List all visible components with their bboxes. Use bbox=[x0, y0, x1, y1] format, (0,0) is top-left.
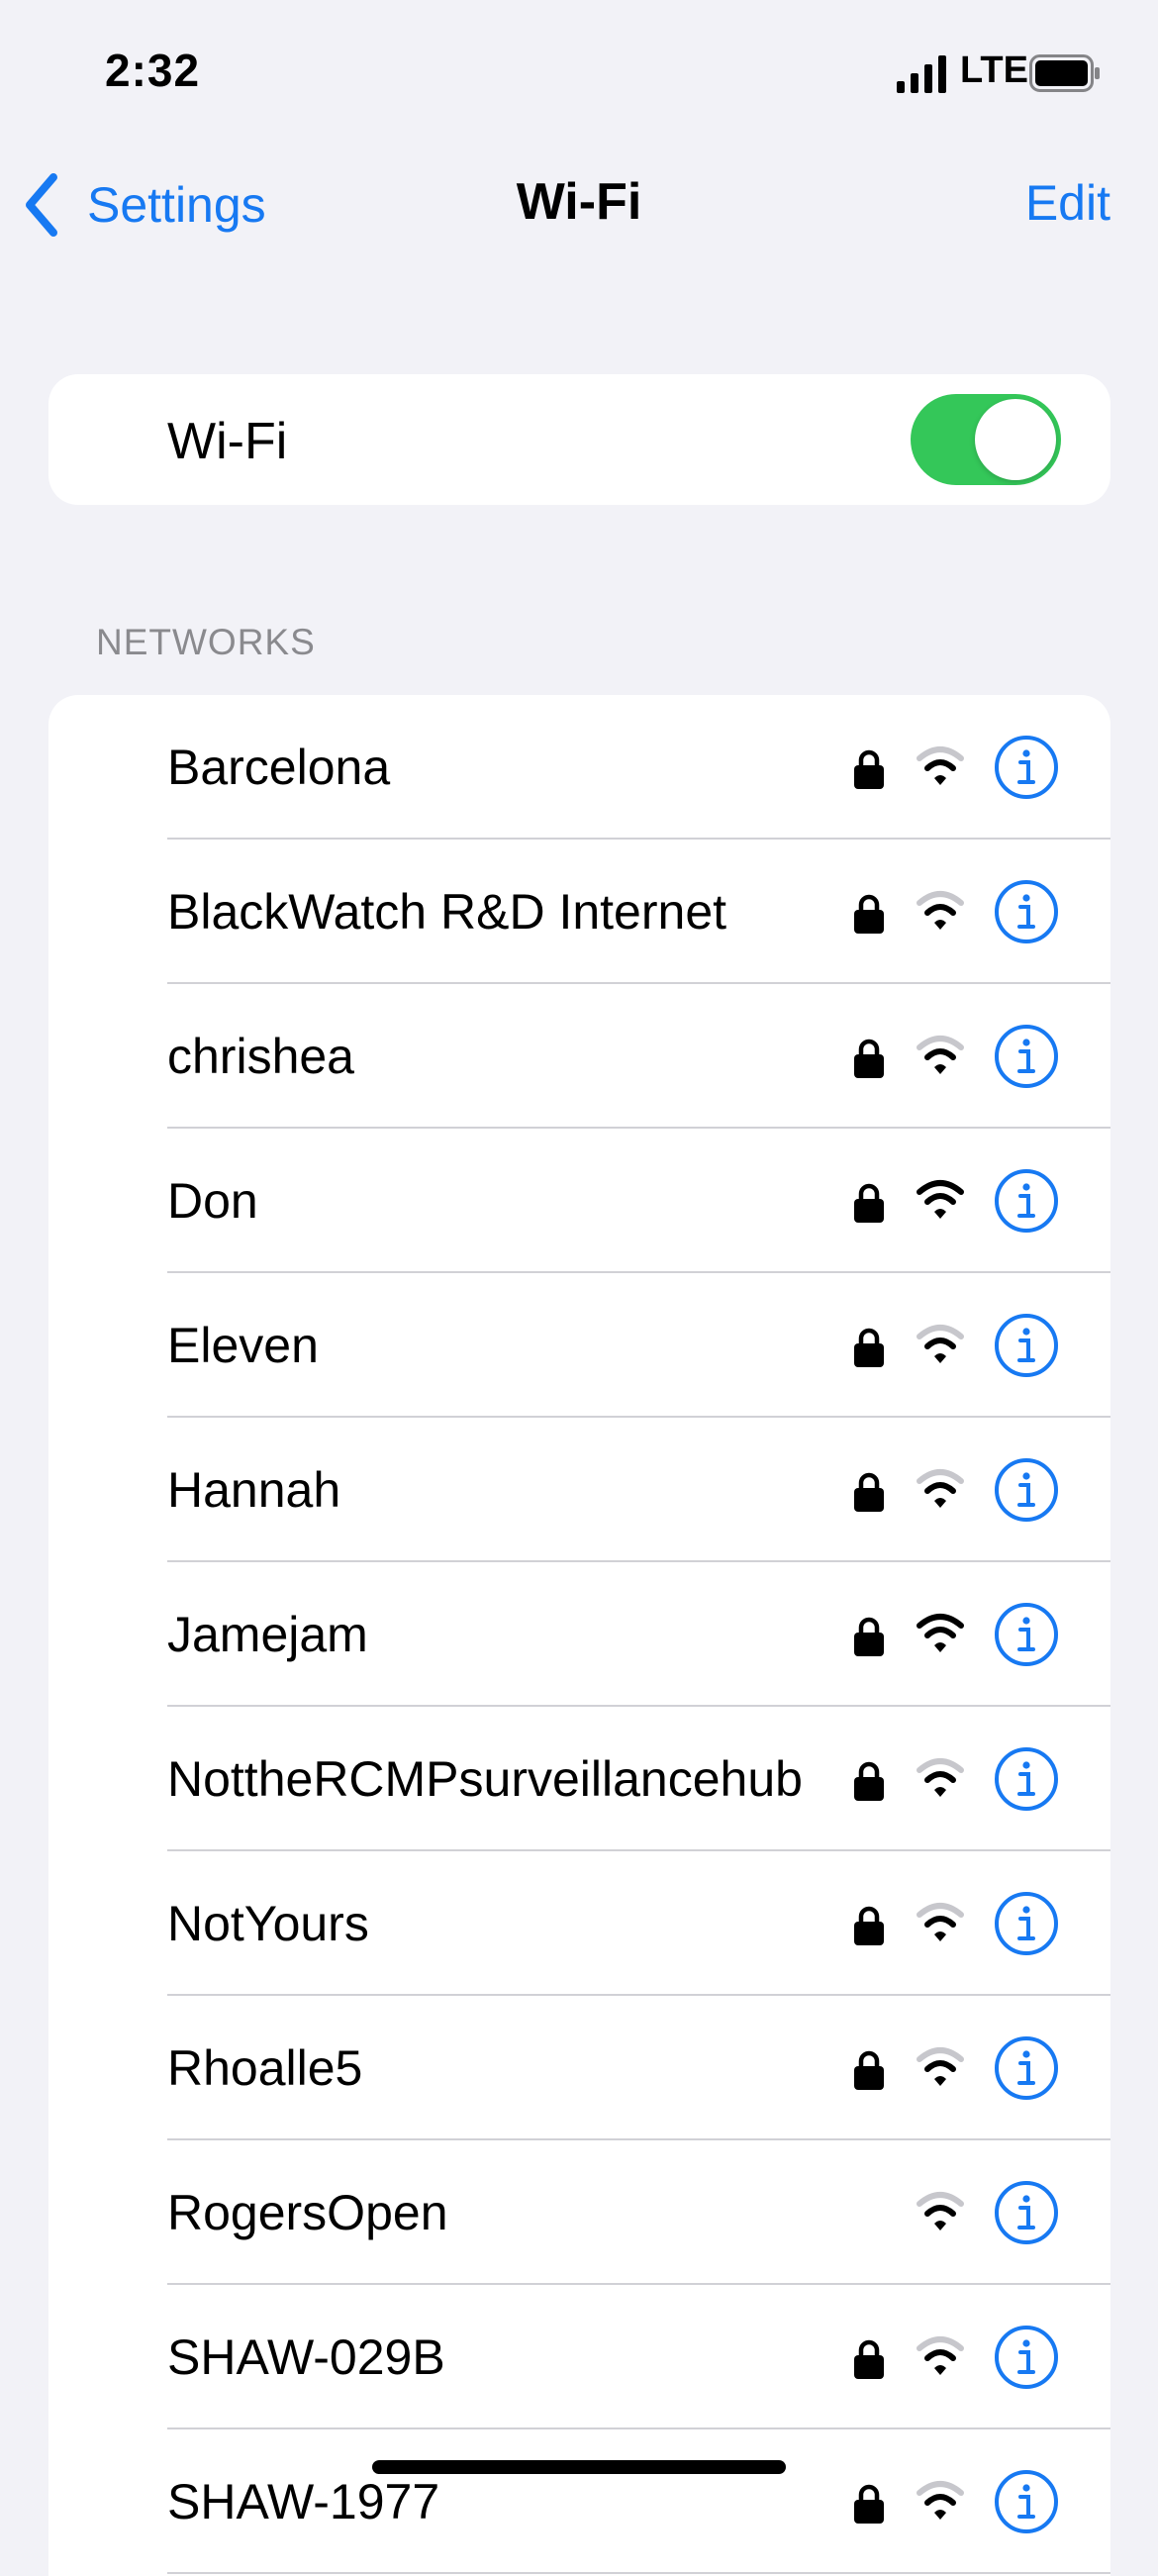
network-row[interactable]: chrishea bbox=[48, 984, 1110, 1129]
network-name: Jamejam bbox=[167, 1607, 368, 1662]
info-icon[interactable] bbox=[994, 2469, 1059, 2534]
network-row[interactable]: RogersOpen bbox=[48, 2140, 1110, 2285]
info-icon[interactable] bbox=[994, 879, 1059, 944]
networks-section-header: NETWORKS bbox=[96, 622, 316, 662]
wifi-toggle-label: Wi-Fi bbox=[167, 413, 288, 470]
info-icon[interactable] bbox=[994, 1746, 1059, 1812]
row-separator bbox=[167, 2572, 1110, 2574]
network-name: SHAW-029B bbox=[167, 2329, 445, 2385]
network-name: NotYours bbox=[167, 1896, 369, 1951]
wifi-signal-icon bbox=[917, 2047, 964, 2086]
wifi-signal-icon bbox=[917, 2192, 964, 2230]
info-icon[interactable] bbox=[994, 2325, 1059, 2390]
network-name: Rhoalle5 bbox=[167, 2040, 363, 2096]
lock-icon bbox=[854, 1906, 884, 1945]
status-time: 2:32 bbox=[105, 45, 201, 96]
wifi-signal-icon bbox=[917, 1903, 964, 1941]
lock-icon bbox=[854, 2050, 884, 2090]
lock-icon bbox=[854, 894, 884, 934]
network-name: SHAW-1977 bbox=[167, 2474, 440, 2529]
network-row[interactable]: Jamejam bbox=[48, 1562, 1110, 1707]
info-icon[interactable] bbox=[994, 1602, 1059, 1667]
lock-icon bbox=[854, 2484, 884, 2524]
info-icon[interactable] bbox=[994, 735, 1059, 800]
network-row[interactable]: NotYours bbox=[48, 1851, 1110, 1996]
wifi-signal-icon bbox=[917, 1325, 964, 1363]
network-row[interactable]: SHAW-029B bbox=[48, 2285, 1110, 2429]
network-row[interactable]: NottheRCMPsurveillancehub bbox=[48, 1707, 1110, 1851]
info-icon[interactable] bbox=[994, 1024, 1059, 1089]
lock-icon bbox=[854, 1472, 884, 1512]
wifi-signal-icon bbox=[917, 1614, 964, 1652]
network-row[interactable]: BlackWatch R&D Internet bbox=[48, 840, 1110, 984]
lock-icon bbox=[854, 1328, 884, 1367]
wifi-signal-icon bbox=[917, 746, 964, 785]
network-name: chrishea bbox=[167, 1029, 354, 1084]
network-name: Eleven bbox=[167, 1318, 319, 1373]
info-icon[interactable] bbox=[994, 1891, 1059, 1956]
info-icon[interactable] bbox=[994, 2035, 1059, 2101]
info-icon[interactable] bbox=[994, 1168, 1059, 1234]
network-row[interactable]: SHAW-1977 bbox=[48, 2429, 1110, 2574]
info-icon[interactable] bbox=[994, 1457, 1059, 1523]
lock-icon bbox=[854, 749, 884, 789]
wifi-signal-icon bbox=[917, 891, 964, 930]
home-indicator[interactable] bbox=[372, 2460, 786, 2474]
network-name: BlackWatch R&D Internet bbox=[167, 884, 727, 940]
wifi-signal-icon bbox=[917, 2481, 964, 2520]
network-row[interactable]: Don bbox=[48, 1129, 1110, 1273]
network-name: Don bbox=[167, 1173, 258, 1229]
wifi-toggle-switch[interactable] bbox=[911, 394, 1061, 485]
battery-icon bbox=[1029, 54, 1100, 92]
network-row[interactable]: Eleven bbox=[48, 1273, 1110, 1418]
network-name: Hannah bbox=[167, 1462, 341, 1518]
lock-icon bbox=[854, 2339, 884, 2379]
wifi-toggle-row: Wi-Fi bbox=[48, 374, 1110, 505]
network-name: RogersOpen bbox=[167, 2185, 448, 2240]
carrier-label: LTE bbox=[960, 50, 1028, 91]
info-icon[interactable] bbox=[994, 2180, 1059, 2245]
info-icon[interactable] bbox=[994, 1313, 1059, 1378]
toggle-knob bbox=[975, 399, 1056, 480]
wifi-signal-icon bbox=[917, 1758, 964, 1797]
lock-icon bbox=[854, 1761, 884, 1801]
edit-button[interactable]: Edit bbox=[1025, 174, 1110, 232]
wifi-signal-icon bbox=[917, 1180, 964, 1219]
network-row[interactable]: Rhoalle5 bbox=[48, 1996, 1110, 2140]
lock-icon bbox=[854, 1039, 884, 1078]
network-name: Barcelona bbox=[167, 740, 391, 795]
lock-icon bbox=[854, 1183, 884, 1223]
networks-list: Barcelona BlackWatch R&D Internet chrishea… bbox=[48, 695, 1110, 2576]
cellular-signal-icon bbox=[897, 55, 946, 93]
wifi-signal-icon bbox=[917, 1469, 964, 1508]
lock-icon bbox=[854, 1617, 884, 1656]
wifi-signal-icon bbox=[917, 1036, 964, 1074]
network-name: NottheRCMPsurveillancehub bbox=[167, 1751, 803, 1807]
network-row[interactable]: Barcelona bbox=[48, 695, 1110, 840]
page-title: Wi-Fi bbox=[516, 173, 642, 231]
wifi-signal-icon bbox=[917, 2336, 964, 2375]
status-bar: 2:32 LTE bbox=[0, 0, 1158, 149]
network-row[interactable]: Hannah bbox=[48, 1418, 1110, 1562]
